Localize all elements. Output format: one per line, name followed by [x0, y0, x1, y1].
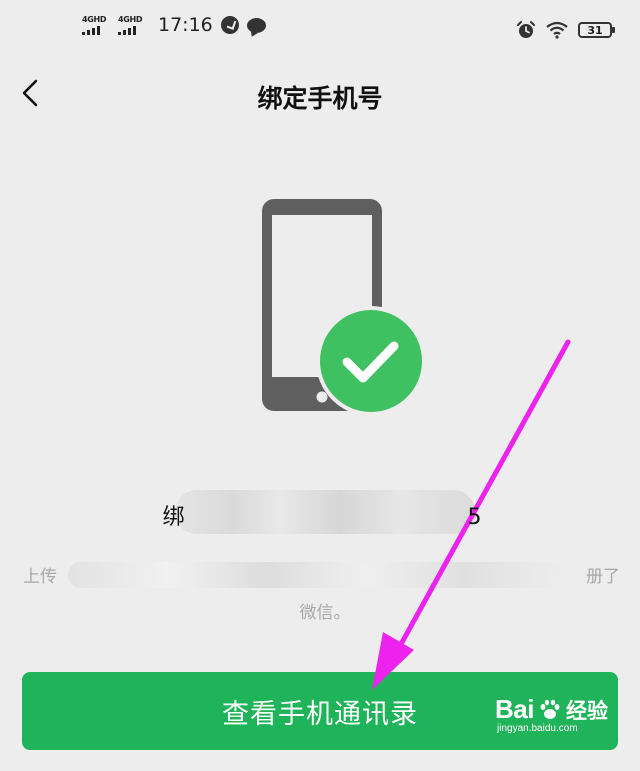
signal-icon: 4GHD: [82, 15, 110, 35]
network-type-label: 4GHD: [82, 15, 107, 24]
description-end: 册了: [586, 567, 620, 587]
phone-check-icon: [262, 199, 426, 416]
watermark-suffix: 经验: [566, 698, 608, 723]
baidu-watermark: Bai 经验 jingyan.baidu.com: [495, 694, 608, 734]
page-title: 绑定手机号: [257, 84, 383, 113]
watermark-brand: Bai: [495, 694, 534, 724]
upload-description: 上传 册了 微信。: [23, 560, 620, 630]
phone-check-illustration: [260, 195, 430, 420]
message-bubble-icon: [246, 17, 266, 33]
status-time: 17:16: [158, 14, 213, 36]
bound-number-suffix: 5: [467, 505, 482, 530]
signal-icon: 4GHD: [118, 15, 146, 35]
battery-level: 31: [587, 23, 603, 37]
status-bar: 4GHD 4GHD 17:16 31: [0, 0, 640, 62]
alarm-icon: [517, 21, 535, 38]
description-start: 上传: [23, 567, 57, 587]
check-circle-icon: [220, 16, 239, 34]
bound-number-prefix: 绑: [162, 505, 185, 530]
battery-icon: 31: [578, 22, 615, 38]
wifi-icon: [546, 21, 568, 39]
status-right-group: 31: [516, 20, 615, 40]
bound-phone-number: 绑 5: [0, 499, 640, 531]
watermark-url: jingyan.baidu.com: [497, 723, 578, 734]
paw-icon: [540, 699, 560, 719]
description-line-1: 上传 册了: [23, 560, 620, 594]
network-type-label: 4GHD: [118, 15, 143, 24]
navigation-bar: 绑定手机号: [0, 62, 640, 126]
status-left-group: 4GHD 4GHD 17:16: [82, 14, 266, 36]
description-line-2: 微信。: [299, 603, 351, 623]
